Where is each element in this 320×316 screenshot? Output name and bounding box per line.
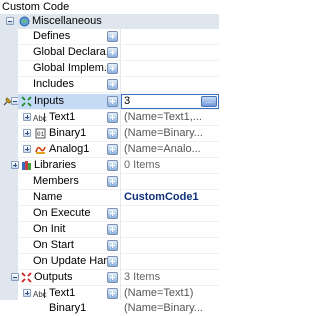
input-item-text1[interactable]: Abc Text1 (Name=Text1,... [0,110,219,125]
output-item-text1[interactable]: Abc Text1 (Name=Text1) [0,286,219,301]
expand-icon[interactable] [23,289,31,297]
property-name: Includes [33,78,74,90]
add-item-icon[interactable] [107,240,118,251]
input-item-binary1[interactable]: 01 Binary1 (Name=Binary... [0,126,219,141]
property-value[interactable] [121,238,217,253]
property-row-includes[interactable]: Includes [0,77,219,92]
property-name: Global Implem... [33,62,107,74]
add-item-icon[interactable] [107,272,118,283]
property-row-outputs[interactable]: Outputs 3 Items [0,270,219,285]
property-name: Outputs [34,271,73,283]
property-value[interactable] [121,254,217,269]
add-item-icon[interactable] [107,112,118,123]
property-name: Analog1 [49,143,90,155]
property-value[interactable]: CustomCode1 [121,190,217,205]
add-item-icon[interactable] [107,63,118,74]
analog-type-icon [35,146,46,154]
misc-category-icon [19,16,30,27]
inputs-value-editor[interactable]: 3 ... [121,94,219,109]
inputs-count-value[interactable]: 3 [124,95,130,108]
binary-type-icon: 01 [35,128,46,139]
property-row-on-init[interactable]: On Init [0,222,219,237]
property-row-on-update-hardware[interactable]: On Update Har... [0,254,219,269]
add-item-icon[interactable] [107,176,118,187]
property-value[interactable] [121,61,217,76]
property-row-libraries[interactable]: Libraries 0 Items [0,158,219,173]
property-value[interactable] [121,29,217,44]
add-item-icon[interactable] [107,288,118,299]
property-name: Name [33,191,63,203]
property-row-defines[interactable]: Defines [0,29,219,44]
property-name: Text1 [49,111,76,123]
property-name: Libraries [34,159,77,171]
collapse-icon[interactable] [6,17,14,25]
property-value[interactable] [121,222,217,237]
property-value[interactable]: 0 Items [121,158,217,173]
property-name: On Execute [33,207,91,219]
add-item-icon[interactable] [107,47,118,58]
property-row-global-declarations[interactable]: Global Declara... [0,45,219,60]
property-value[interactable]: (Name=Binary... [121,301,217,316]
property-row-name[interactable]: Name CustomCode1 [0,190,219,205]
property-name: Binary1 [49,302,87,314]
add-item-icon[interactable] [107,96,118,107]
property-name: Global Declara... [33,46,107,58]
property-row-on-start[interactable]: On Start [0,238,219,253]
property-row-members[interactable]: Members [0,174,219,189]
property-row-on-execute[interactable]: On Execute [0,206,219,221]
expand-icon[interactable] [23,145,31,153]
add-item-icon[interactable] [107,256,118,267]
property-row-inputs[interactable]: Inputs 3 ... [0,94,219,109]
property-value[interactable]: 3 Items [121,270,217,285]
inputs-icon [21,96,32,107]
expand-icon[interactable] [11,161,19,169]
property-value[interactable]: (Name=Text1,... [121,110,217,125]
property-name: Text1 [49,287,76,299]
collapse-icon[interactable] [11,273,19,281]
property-value[interactable]: (Name=Text1) [121,286,217,301]
property-name: On Init [33,223,66,235]
property-name: On Update Har... [33,255,107,267]
text-type-icon: Abc [33,289,47,299]
property-value[interactable] [121,206,217,221]
property-value[interactable] [121,174,217,189]
property-value[interactable] [121,77,217,92]
property-value[interactable]: (Name=Binary... [121,126,217,141]
property-grid: Miscellaneous Defines Global Declara... … [0,14,219,300]
property-row-global-implementations[interactable]: Global Implem... [0,61,219,76]
property-value[interactable]: (Name=Analo... [121,142,217,157]
expand-icon[interactable] [23,129,31,137]
property-name: Inputs [34,95,64,107]
output-item-binary1[interactable]: Binary1 (Name=Binary... [0,301,219,316]
add-item-icon[interactable] [107,31,118,42]
category-label: Miscellaneous [32,15,102,27]
outputs-icon [21,272,32,283]
add-item-icon[interactable] [107,160,118,171]
add-item-icon[interactable] [107,79,118,90]
expand-icon[interactable] [23,113,31,121]
input-item-analog1[interactable]: Analog1 (Name=Analo... [0,142,219,157]
add-item-icon[interactable] [107,224,118,235]
libraries-icon [22,161,31,170]
panel-title: Custom Code [0,0,219,14]
ellipsis-button[interactable]: ... [201,96,217,107]
property-name: On Start [33,239,74,251]
svg-text:01: 01 [37,131,45,138]
category-row-miscellaneous[interactable]: Miscellaneous [0,14,219,29]
add-item-icon[interactable] [107,128,118,139]
text-type-icon: Abc [33,113,47,123]
add-item-icon[interactable] [107,208,118,219]
property-name: Binary1 [49,127,87,139]
property-value[interactable] [121,45,217,60]
property-name: Members [33,175,79,187]
add-item-icon[interactable] [107,144,118,155]
property-name: Defines [33,30,71,42]
